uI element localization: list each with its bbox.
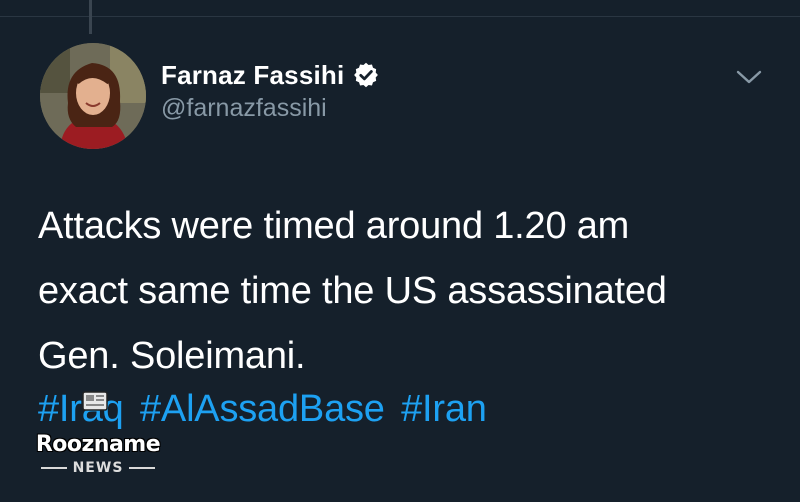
watermark-sub: NEWS — [28, 460, 168, 476]
watermark-rule — [129, 467, 156, 469]
watermark-name: Roozname — [35, 432, 161, 457]
watermark-news: NEWS — [72, 460, 124, 476]
newspaper-icon — [80, 386, 110, 416]
verified-badge-icon — [352, 61, 380, 89]
tweet-header: Farnaz Fassihi @farnazfassihi — [161, 58, 380, 123]
top-divider — [0, 16, 800, 17]
watermark-rule — [40, 467, 67, 469]
author-display-name[interactable]: Farnaz Fassihi — [161, 60, 344, 91]
author-name-row: Farnaz Fassihi — [161, 58, 380, 92]
chevron-down-icon[interactable] — [734, 66, 764, 88]
tweet-text: Attacks were timed around 1.20 am exact … — [38, 194, 778, 389]
avatar-photo — [40, 43, 146, 149]
hashtag-iran[interactable]: #Iran — [401, 388, 487, 430]
tweet-text-line: Gen. Soleimani. — [38, 335, 306, 377]
tweet-text-line: exact same time the US assassinated — [38, 270, 667, 312]
author-handle[interactable]: @farnazfassihi — [161, 94, 380, 123]
watermark-logo: Roozname NEWS — [28, 386, 168, 486]
hashtag-alassadbase[interactable]: #AlAssadBase — [140, 388, 385, 430]
thread-connector-line — [89, 0, 92, 34]
tweet-text-line: Attacks were timed around 1.20 am — [38, 205, 630, 247]
avatar[interactable] — [40, 43, 146, 149]
